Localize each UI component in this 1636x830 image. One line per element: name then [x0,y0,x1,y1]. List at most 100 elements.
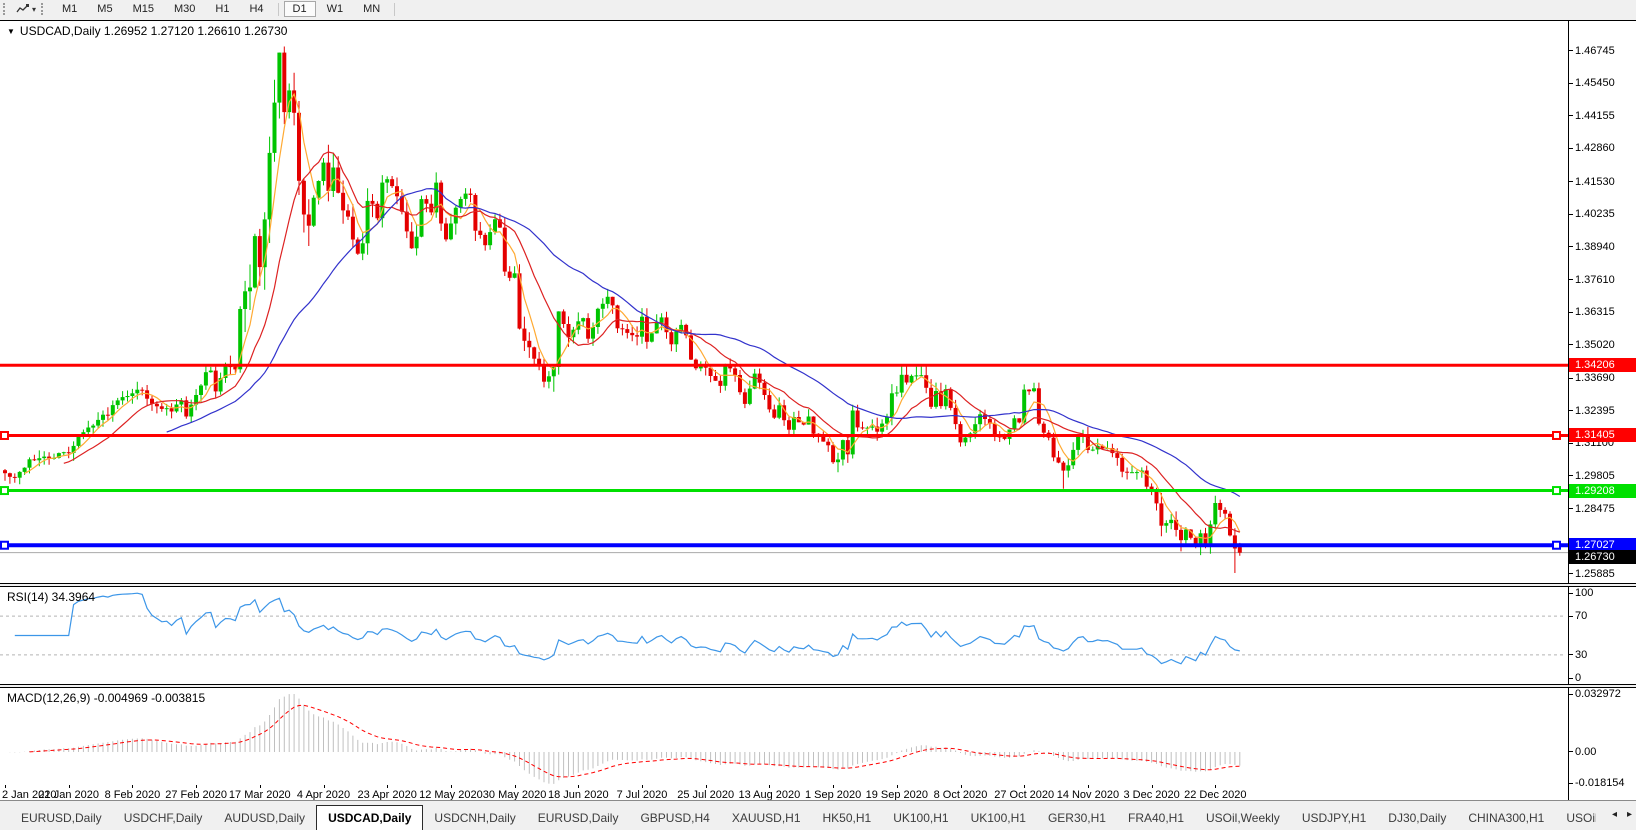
date-tick [387,785,388,788]
collapse-chart-icon[interactable]: ▼ [7,27,15,36]
date-tick [961,785,962,788]
chevron-down-icon[interactable]: ▾ [32,5,36,14]
hline-handle[interactable] [1,542,8,549]
timeframe-m1-button[interactable]: M1 [53,1,86,17]
price-tick: 1.44155 [1575,110,1615,122]
date-tick [769,785,770,788]
date-tick [642,785,643,788]
timeframe-w1-button[interactable]: W1 [318,1,353,17]
tab-uk100-h1[interactable]: UK100,H1 [882,805,959,830]
price-tick: 1.36315 [1575,306,1615,318]
price-tick: 1.33690 [1575,372,1615,384]
pane-splitter[interactable] [0,583,1636,587]
chart-window: ▼USDCAD,Daily 1.26952 1.27120 1.26610 1.… [0,20,1636,801]
rsi-pane[interactable]: RSI(14) 34.3964 [0,587,1568,684]
tab-next-icon[interactable]: ▸ [1627,809,1632,820]
date-tick [1152,785,1153,788]
date-tick [897,785,898,788]
hline-handle[interactable] [1,487,8,494]
tab-gbpusd-h4[interactable]: GBPUSD,H4 [629,805,720,830]
rsi-tick: 70 [1575,610,1587,622]
chart-tabbar: EURUSD,DailyUSDCHF,DailyAUDUSD,DailyUSDC… [0,800,1636,829]
price-tick: 1.25885 [1575,568,1615,580]
macd-label: MACD(12,26,9) -0.004969 -0.003815 [7,691,205,705]
macd-tick: 0.032972 [1575,688,1621,700]
tab-usoil-[interactable]: USOil, [1555,805,1596,830]
up-candle-wicks [20,53,1216,555]
tab-usoil-weekly[interactable]: USOil,Weekly [1195,805,1291,830]
date-tick [132,785,133,788]
timeframe-m15-button[interactable]: M15 [124,1,163,17]
tab-usdchf-daily[interactable]: USDCHF,Daily [113,805,214,830]
date-tick [578,785,579,788]
date-tick [260,785,261,788]
hline-price-label: 1.31405 [1569,428,1636,442]
toolbar-grip[interactable] [3,3,10,15]
tab-fra40-h1[interactable]: FRA40,H1 [1117,805,1195,830]
date-tick [706,785,707,788]
rsi-tick: 30 [1575,649,1587,661]
price-tick: 1.37610 [1575,274,1615,286]
price-tick: 1.40235 [1575,208,1615,220]
hline-handle[interactable] [1,432,8,439]
tab-nav: ◂ ▸ [1612,809,1632,820]
chart-tabs: EURUSD,DailyUSDCHF,DailyAUDUSD,DailyUSDC… [10,805,1596,830]
current-price-label: 1.26730 [1569,550,1636,564]
hline-handle[interactable] [1553,432,1560,439]
tab-dj30-daily[interactable]: DJ30,Daily [1377,805,1457,830]
pane-splitter2[interactable] [0,684,1636,688]
hline-handle[interactable] [1553,542,1560,549]
price-tick: 1.32395 [1575,405,1615,417]
price-tick: 1.35020 [1575,339,1615,351]
tab-ger30-h1[interactable]: GER30,H1 [1037,805,1117,830]
chart-title: ▼USDCAD,Daily 1.26952 1.27120 1.26610 1.… [7,24,287,38]
down-candle-wicks [5,47,1240,574]
price-tick: 1.29805 [1575,470,1615,482]
tab-uk100-h1[interactable]: UK100,H1 [960,805,1037,830]
macd-pane[interactable]: MACD(12,26,9) -0.004969 -0.003815 [0,688,1568,788]
toolbar-separator [278,3,279,16]
timeframe-m30-button[interactable]: M30 [165,1,204,17]
rsi-tick: 0 [1575,672,1581,684]
date-tick [1215,785,1216,788]
date-tick [196,785,197,788]
tab-china300-h1[interactable]: CHINA300,H1 [1457,805,1555,830]
ma-34-line [167,189,1240,497]
mt4-window: { "toolbar": { "icon": "chart-cursor-ico… [0,0,1636,829]
price-tick: 1.42860 [1575,142,1615,154]
hline-price-label: 1.29208 [1569,484,1636,498]
timeframe-d1-button[interactable]: D1 [284,1,316,17]
toolbar-grip2[interactable] [41,3,48,15]
tab-prev-icon[interactable]: ◂ [1612,809,1617,820]
tab-usdcnh-daily[interactable]: USDCNH,Daily [423,805,526,830]
date-tick [1088,785,1089,788]
tab-eurusd-daily[interactable]: EURUSD,Daily [10,805,113,830]
tab-xauusd-h1[interactable]: XAUUSD,H1 [721,805,812,830]
tab-audusd-daily[interactable]: AUDUSD,Daily [213,805,316,830]
price-tick: 1.46745 [1575,45,1615,57]
date-tick [1024,785,1025,788]
timeframe-mn-button[interactable]: MN [354,1,389,17]
rsi-line [15,593,1240,664]
timeframe-h4-button[interactable]: H4 [240,1,272,17]
tab-usdjpy-h1[interactable]: USDJPY,H1 [1291,805,1377,830]
price-pane[interactable]: ▼USDCAD,Daily 1.26952 1.27120 1.26610 1.… [0,21,1568,583]
timeframe-h1-button[interactable]: H1 [206,1,238,17]
price-tick: 1.45450 [1575,77,1615,89]
price-tick: 1.38940 [1575,241,1615,253]
rsi-tick: 100 [1575,587,1593,599]
hline-price-label: 1.34206 [1569,358,1636,372]
toolbar-separator [394,3,395,16]
tab-usdcad-daily[interactable]: USDCAD,Daily [316,805,423,830]
ma-5-line [25,94,1240,538]
hline-handle[interactable] [1553,487,1560,494]
date-tick [5,785,6,788]
timeframe-buttons: M1M5M15M30H1H4 D1W1MN [52,1,399,17]
tab-hk50-h1[interactable]: HK50,H1 [812,805,883,830]
tab-eurusd-daily[interactable]: EURUSD,Daily [527,805,630,830]
macd-histogram [5,694,1240,784]
price-tick: 1.28475 [1575,503,1615,515]
date-tick [515,785,516,788]
chart-cursor-icon[interactable] [14,2,32,16]
timeframe-m5-button[interactable]: M5 [88,1,121,17]
